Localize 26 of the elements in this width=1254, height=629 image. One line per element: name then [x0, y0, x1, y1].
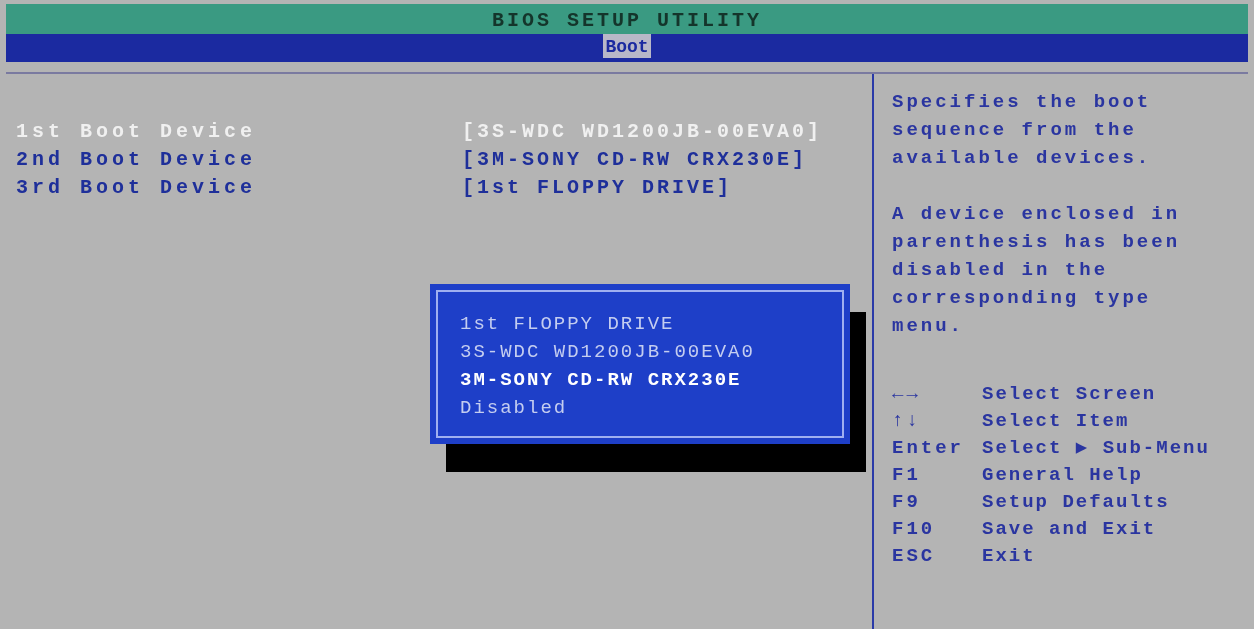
tab[interactable]: Boot [603, 34, 651, 58]
key-label: ←→ [892, 381, 922, 407]
popup-option[interactable]: 1st FLOPPY DRIVE [460, 310, 842, 338]
popup-option[interactable]: Disabled [460, 394, 842, 422]
help-text: A device enclosed in parenthesis has been disabled in the corresponding type menu. [892, 202, 1182, 339]
key-label: Enter [892, 435, 965, 461]
key-label: F10 [892, 516, 937, 542]
window-title: BIOS SETUP UTILITY [491, 8, 762, 34]
setting-label[interactable]: 3rd Boot Device [16, 173, 462, 203]
key-label: ESC [892, 543, 937, 569]
setting-value[interactable]: [3M-SONY CD-RW CRX230E] [462, 145, 808, 175]
key-action: Select Item [982, 408, 1130, 434]
popup-option[interactable]: 3S-WDC WD1200JB-00EVA0 [460, 338, 842, 366]
key-label: ↑↓ [892, 408, 922, 434]
key-action: Save and Exit [982, 516, 1157, 542]
key-action: Select ▶ Sub-Menu [982, 435, 1210, 461]
key-action: Setup Defaults [982, 489, 1170, 515]
key-action: General Help [982, 462, 1143, 488]
key-label: F9 [892, 489, 922, 515]
help-text: Specifies the boot sequence from the available devices. [892, 90, 1153, 171]
key-action: Exit [982, 543, 1036, 569]
key-label: F1 [892, 462, 922, 488]
popup-option[interactable]: 3M-SONY CD-RW CRX230E [460, 366, 842, 394]
setting-value[interactable]: [1st FLOPPY DRIVE] [462, 173, 733, 203]
setting-label[interactable]: 2nd Boot Device [16, 145, 462, 175]
key-action: Select Screen [982, 381, 1157, 407]
